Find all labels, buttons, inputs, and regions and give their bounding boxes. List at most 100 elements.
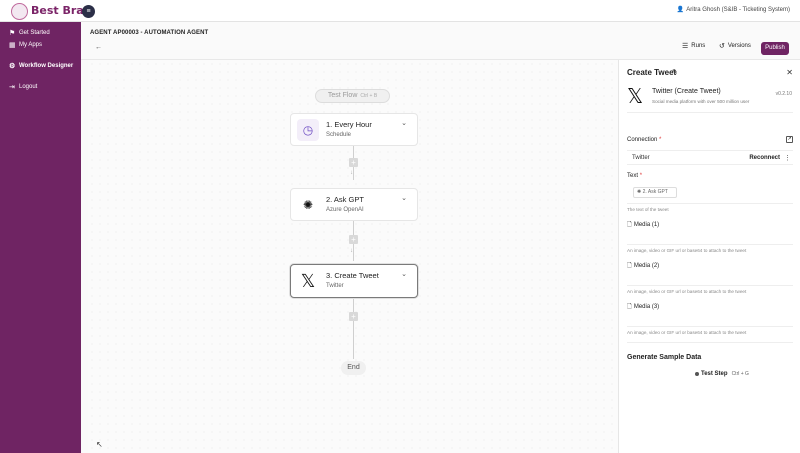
media-1-help: An image, video or GIF url or base64 to … [627, 248, 747, 253]
page-title: AGENT AP00003 - AUTOMATION AGENT [90, 30, 209, 36]
media-2-label: 🗋 Media (2) [627, 261, 659, 271]
step-settings-panel: Create Tweet ✎ ✕ 𝕏 Twitter (Create Tweet… [618, 60, 800, 453]
list-icon: ☰ [682, 43, 689, 50]
media-label-text: Media (2) [633, 263, 660, 269]
runs-label: Runs [691, 43, 706, 49]
pointer-tool-icon[interactable]: ↖ [96, 440, 103, 449]
document-icon: 🗋 [627, 263, 632, 269]
top-header: Best Brain ≡ 👤 Aritra Ghosh (S&IB - Ticke… [0, 0, 800, 22]
chevron-down-icon[interactable]: ⌄ [401, 194, 407, 202]
step-title: 2. Ask GPT [326, 195, 364, 204]
test-flow-label: Test Flow [327, 92, 358, 99]
x-logo-icon: 𝕏 [627, 84, 644, 108]
media-1-label: 🗋 Media (1) [627, 220, 659, 230]
chip-label: 2. Ask GPT [642, 189, 668, 195]
versions-button[interactable]: ↺ Versions [719, 42, 751, 50]
divider [627, 342, 793, 343]
menu-icon[interactable]: ≡ [82, 5, 95, 18]
step-subtitle: Schedule [326, 132, 352, 138]
document-icon: 🗋 [627, 304, 632, 310]
media-1-input[interactable] [627, 244, 793, 245]
clock-icon: ◷ [297, 119, 319, 141]
add-step-button[interactable]: + [349, 312, 358, 321]
test-step-button[interactable]: Test Step Ctrl + G [701, 371, 749, 377]
chevron-down-icon[interactable]: ⌄ [401, 119, 407, 127]
main-area: AGENT AP00003 - AUTOMATION AGENT ← ☰ Run… [81, 22, 800, 453]
arrow-down-icon: ↓ [350, 170, 353, 176]
document-icon: 🗋 [627, 222, 632, 228]
play-icon [695, 372, 699, 376]
test-step-shortcut: Ctrl + G [731, 371, 749, 377]
step-title: 3. Create Tweet [326, 271, 379, 280]
publish-button[interactable]: Publish [761, 42, 789, 55]
workflow-icon: ⚙ [9, 63, 16, 70]
media-label-text: Media (1) [633, 222, 660, 228]
grid-icon: ▦ [9, 42, 16, 49]
end-node: End [341, 361, 366, 375]
user-menu[interactable]: 👤 Aritra Ghosh (S&IB - Ticketing System) [677, 6, 790, 13]
close-icon[interactable]: ✕ [786, 68, 793, 77]
add-step-button[interactable]: + [349, 158, 358, 167]
connector-line [353, 299, 354, 359]
more-options-icon[interactable]: ⋮ [784, 154, 791, 162]
media-2-input[interactable] [627, 285, 793, 286]
sample-data-heading: Generate Sample Data [627, 354, 702, 361]
divider [627, 150, 793, 151]
connection-label: Connection * [627, 137, 662, 143]
sidebar-item-logout[interactable]: ⇥ Logout [9, 83, 37, 91]
app-name: Twitter (Create Tweet) [652, 88, 721, 95]
chevron-down-icon[interactable]: ⌄ [401, 270, 407, 278]
media-3-help: An image, video or GIF url or base64 to … [627, 330, 747, 335]
app-version: v0.2.10 [775, 91, 792, 97]
arrow-down-icon: ↓ [350, 248, 353, 254]
flow-canvas[interactable]: Test Flow Ctrl + B ◷ 1. Every Hour Schedu… [88, 60, 618, 453]
sidebar-item-my-apps[interactable]: ▦ My Apps [9, 41, 42, 49]
rocket-icon: ⚑ [9, 30, 16, 37]
user-icon: 👤 [676, 7, 685, 13]
sidebar-item-label: My Apps [19, 42, 43, 48]
step-ask-gpt[interactable]: ✺ 2. Ask GPT Azure OpenAI ⌄ [290, 188, 418, 221]
history-icon: ↺ [719, 43, 725, 50]
step-create-tweet[interactable]: 𝕏 3. Create Tweet Twitter ⌄ [290, 264, 418, 298]
text-variable-chip[interactable]: ✺ 2. Ask GPT [633, 187, 677, 198]
test-flow-shortcut: Ctrl + B [360, 93, 378, 99]
sidebar-item-label: Workflow Designer [19, 63, 74, 69]
media-3-input[interactable] [627, 326, 793, 327]
test-step-label: Test Step [701, 371, 728, 377]
runs-button[interactable]: ☰ Runs [682, 42, 705, 50]
reconnect-button[interactable]: Reconnect [749, 155, 780, 161]
connection-label-text: Connection [627, 137, 658, 143]
text-label-text: Text [627, 173, 639, 179]
text-help: The text of the tweet [627, 207, 669, 212]
panel-title: Create Tweet [627, 68, 677, 77]
user-name: Aritra Ghosh (S&IB - Ticketing System) [686, 7, 790, 13]
step-every-hour[interactable]: ◷ 1. Every Hour Schedule ⌄ [290, 113, 418, 146]
step-subtitle: Azure OpenAI [326, 207, 364, 213]
step-title: 1. Every Hour [326, 120, 372, 129]
app-description: Social media platform with over 500 mill… [652, 99, 750, 104]
test-flow-button[interactable]: Test Flow Ctrl + B [315, 89, 390, 103]
divider [627, 164, 793, 165]
versions-label: Versions [727, 43, 751, 49]
media-label-text: Media (3) [633, 304, 660, 310]
divider [627, 112, 793, 113]
external-link-icon[interactable]: ↗ [786, 136, 793, 143]
sidebar-item-get-started[interactable]: ⚑ Get Started [9, 29, 50, 37]
back-button[interactable]: ← [95, 44, 102, 51]
sidebar-item-label: Get Started [19, 30, 50, 36]
brand-logo [11, 3, 28, 20]
step-subtitle: Twitter [326, 283, 344, 289]
media-2-help: An image, video or GIF url or base64 to … [627, 289, 747, 294]
connection-select[interactable]: Twitter [632, 155, 650, 161]
divider [627, 203, 793, 204]
media-3-label: 🗋 Media (3) [627, 302, 659, 312]
logout-icon: ⇥ [9, 84, 15, 91]
x-logo-icon: 𝕏 [297, 270, 319, 292]
sidebar-item-workflow-designer[interactable]: ⚙ Workflow Designer [9, 62, 73, 70]
edit-icon[interactable]: ✎ [672, 68, 678, 76]
add-step-button[interactable]: + [349, 235, 358, 244]
text-label: Text * [627, 173, 643, 179]
openai-icon: ✺ [297, 194, 319, 216]
sidebar: ⚑ Get Started ▦ My Apps ⚙ Workflow Desig… [0, 22, 81, 453]
sidebar-item-label: Logout [19, 84, 38, 90]
